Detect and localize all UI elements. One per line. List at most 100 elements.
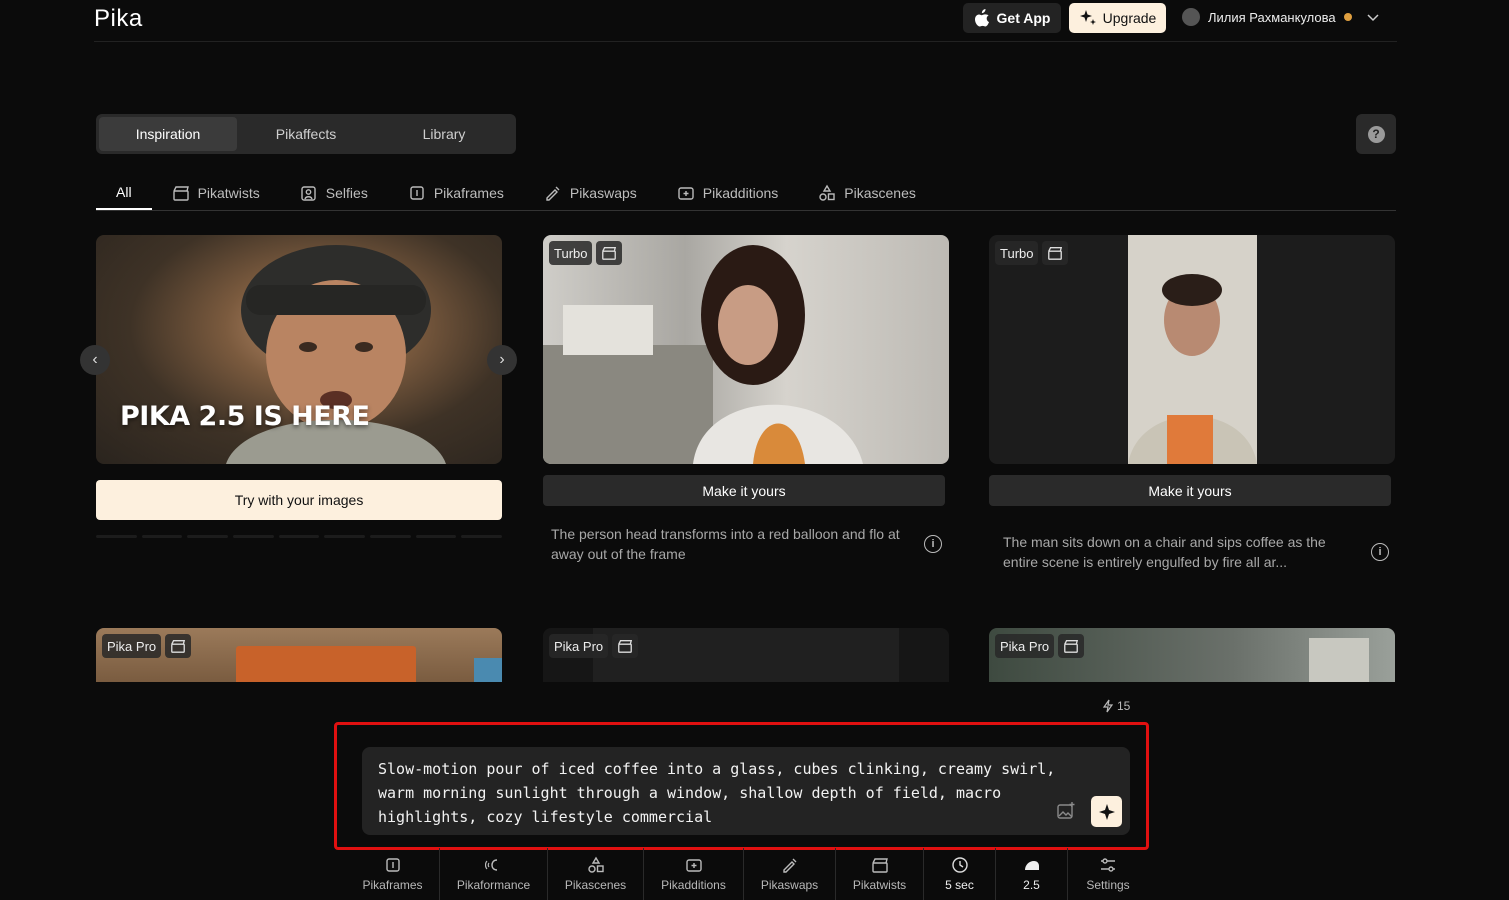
info-icon[interactable]: i — [924, 535, 942, 553]
tool-label: Pikaframes — [362, 878, 423, 892]
pager-dot[interactable] — [141, 535, 183, 538]
filter-tab-label: All — [116, 184, 132, 200]
clapper-icon — [172, 186, 189, 201]
filter-tab-label: Pikaframes — [433, 185, 504, 201]
model-icon — [1024, 861, 1039, 870]
pika-logo[interactable]: Pika — [94, 5, 143, 33]
tool-label: Pikatwists — [852, 878, 907, 892]
prompt-input[interactable]: Slow-motion pour of iced coffee into a g… — [378, 757, 1058, 829]
swap-icon — [546, 186, 560, 201]
thumbnail-detail — [236, 646, 416, 682]
get-app-button[interactable]: Get App — [963, 3, 1061, 33]
filter-tab-label: Pikatwists — [197, 185, 260, 201]
selfie-icon — [301, 186, 316, 201]
hero-title: PIKA 2.5 IS HERE — [120, 401, 370, 432]
inspiration-card: Turbo Make it yours The man sits down on… — [989, 235, 1395, 570]
clapper-icon — [1058, 634, 1085, 658]
man-selfie-illustration — [1128, 235, 1257, 464]
pager-dot[interactable] — [278, 535, 320, 538]
model-badge: Pika Pro — [549, 634, 609, 658]
filter-tab-pikascenes[interactable]: Pikascenes — [798, 176, 936, 210]
info-icon[interactable]: i — [1371, 543, 1389, 561]
status-dot — [1343, 13, 1352, 21]
pager-dot[interactable] — [233, 535, 274, 538]
badge-row: Pika Pro — [995, 634, 1085, 658]
filter-tab-pikaswaps[interactable]: Pikaswaps — [524, 176, 657, 210]
user-name: Лилия Рахманкулова — [1208, 9, 1336, 25]
apple-icon — [974, 9, 989, 27]
credits-count: 15 — [1117, 699, 1131, 713]
carousel-next-button[interactable]: › — [487, 345, 517, 375]
make-it-yours-button[interactable]: Make it yours — [543, 475, 945, 506]
tool-pikaformance[interactable]: Pikaformance — [440, 848, 548, 900]
tool-label: 2.5 — [1023, 878, 1040, 892]
tool-duration[interactable]: 5 sec — [924, 848, 996, 900]
pager-dot[interactable] — [461, 535, 503, 538]
tool-label: 5 sec — [945, 878, 974, 892]
filter-tab-label: Pikaswaps — [569, 185, 637, 201]
thumbnail-detail — [1309, 638, 1369, 682]
woman-selfie-illustration — [543, 245, 863, 464]
filter-tab-label: Pikascenes — [844, 185, 916, 201]
make-it-yours-button[interactable]: Make it yours — [989, 475, 1391, 506]
card-image[interactable]: Pika Pro — [989, 628, 1395, 682]
filter-tab-pikaframes[interactable]: Pikaframes — [388, 176, 524, 210]
tool-settings[interactable]: Settings — [1068, 848, 1148, 900]
clapper-icon — [596, 241, 623, 265]
help-button[interactable]: ? — [1356, 114, 1396, 154]
model-badge: Turbo — [549, 241, 593, 265]
pager-dot[interactable] — [324, 535, 366, 538]
tool-label: Pikadditions — [661, 878, 726, 892]
model-badge: Pika Pro — [995, 634, 1055, 658]
carousel-pager — [96, 535, 503, 538]
thumbnail-detail — [474, 658, 502, 682]
tool-pikatwists[interactable]: Pikatwists — [836, 848, 924, 900]
filter-tab-label: Pikadditions — [702, 185, 779, 201]
pager-dot[interactable] — [370, 535, 411, 538]
tool-pikascenes[interactable]: Pikascenes — [548, 848, 644, 900]
tab-library[interactable]: Library — [375, 117, 513, 151]
swap-icon — [782, 858, 796, 873]
get-app-label: Get App — [996, 10, 1051, 26]
thumbnail-detail — [593, 628, 899, 682]
shapes-icon — [819, 184, 835, 201]
card-image[interactable]: Pika Pro — [543, 628, 949, 682]
pager-dot[interactable] — [187, 535, 229, 538]
generate-button[interactable] — [1091, 796, 1122, 827]
card-image[interactable]: Turbo — [989, 235, 1395, 464]
tool-pikaswaps[interactable]: Pikaswaps — [744, 848, 836, 900]
chevron-down-icon — [1367, 14, 1379, 22]
try-with-images-button[interactable]: Try with your images — [96, 480, 502, 520]
carousel-prev-button[interactable]: ‹ — [80, 345, 110, 375]
main-tabs: Inspiration Pikaffects Library — [96, 114, 516, 154]
filter-tabs: All Pikatwists Selfies Pikaframes Pikasw… — [96, 176, 1396, 211]
filter-tab-pikadditions[interactable]: Pikadditions — [657, 176, 799, 210]
lightning-icon — [1102, 699, 1114, 713]
pager-dot[interactable] — [415, 535, 457, 538]
filter-tab-pikatwists[interactable]: Pikatwists — [152, 176, 280, 210]
badge-row: Turbo — [995, 241, 1069, 265]
clapper-icon — [612, 634, 639, 658]
clapper-icon — [871, 858, 888, 873]
tab-inspiration[interactable]: Inspiration — [99, 117, 237, 151]
pager-dot[interactable] — [96, 535, 137, 538]
hero-image[interactable]: PIKA 2.5 IS HERE — [96, 235, 502, 464]
inspiration-card: Turbo Make it yours The person head tran… — [543, 235, 949, 562]
sliders-icon — [1101, 858, 1115, 872]
badge-row: Pika Pro — [549, 634, 639, 658]
filter-tab-selfies[interactable]: Selfies — [280, 176, 388, 210]
card-image[interactable]: Turbo — [543, 235, 949, 464]
clock-icon — [951, 857, 968, 873]
filter-tab-all[interactable]: All — [96, 176, 152, 210]
avatar — [1182, 8, 1200, 26]
tool-model[interactable]: 2.5 — [996, 848, 1068, 900]
tab-pikaffects[interactable]: Pikaffects — [237, 117, 375, 151]
tool-pikaframes[interactable]: Pikaframes — [346, 848, 440, 900]
add-image-icon[interactable] — [1056, 801, 1076, 821]
upgrade-button[interactable]: Upgrade — [1069, 3, 1166, 33]
tool-pikadditions[interactable]: Pikadditions — [644, 848, 744, 900]
credits-indicator: 15 — [1102, 699, 1130, 713]
user-menu[interactable]: Лилия Рахманкулова — [1182, 8, 1380, 26]
card-image[interactable]: Pika Pro — [96, 628, 502, 682]
badge-row: Turbo — [549, 241, 623, 265]
